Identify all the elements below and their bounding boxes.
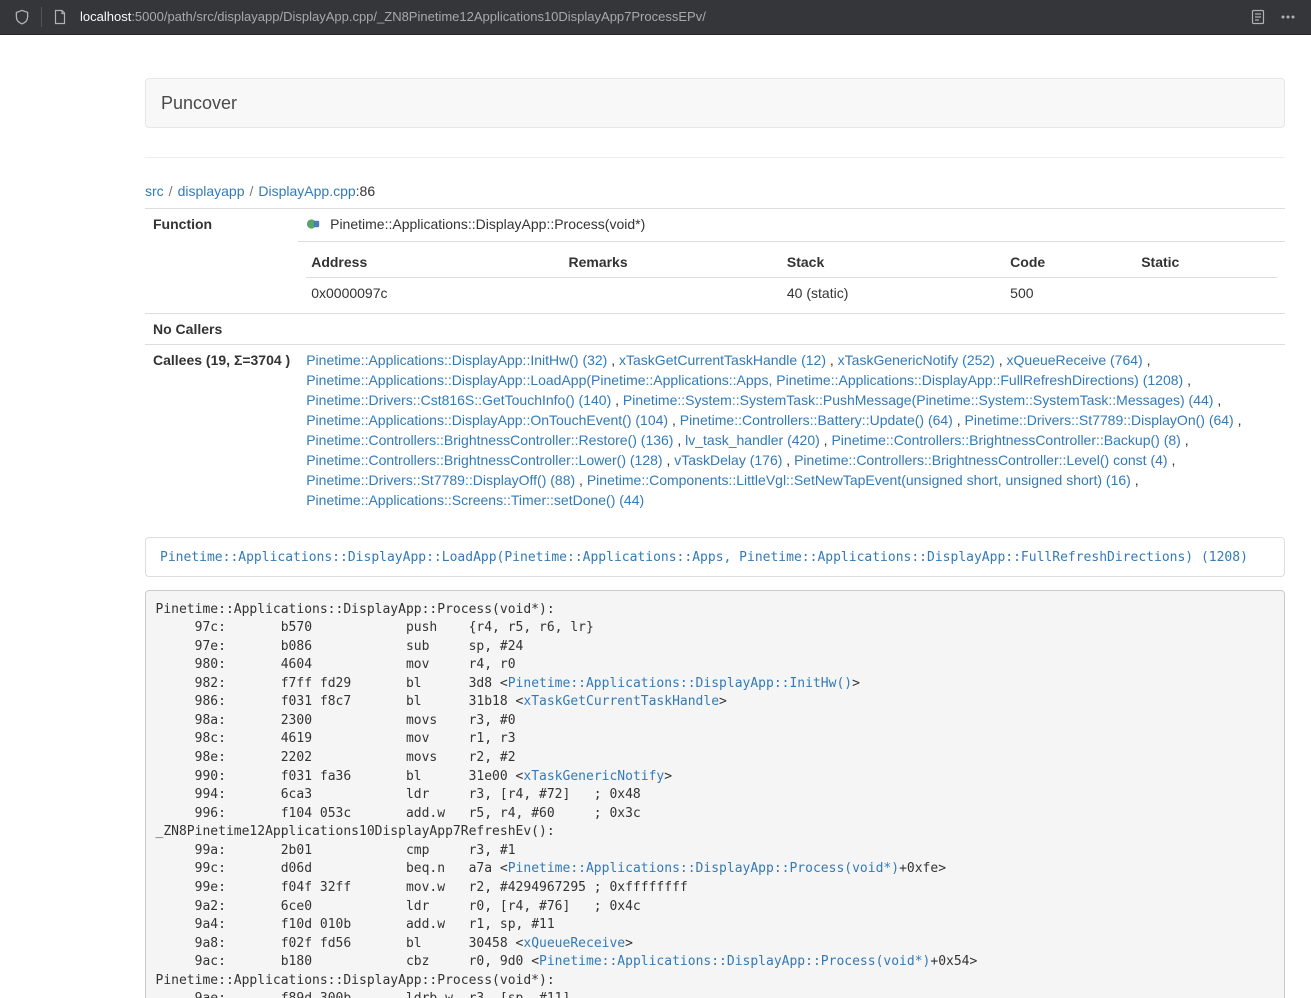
function-details-row: Address Remarks Stack Code Static 0x0000… (145, 242, 1285, 314)
reader-view-icon[interactable] (1248, 7, 1268, 27)
callee-link[interactable]: Pinetime::Drivers::Cst816S::GetTouchInfo… (306, 392, 611, 408)
function-icon (306, 216, 320, 236)
callee-link[interactable]: Pinetime::Applications::Screens::Timer::… (306, 492, 644, 508)
function-label: Function (145, 209, 298, 314)
callee-link[interactable]: Pinetime::Controllers::BrightnessControl… (306, 452, 662, 468)
function-details-table: Address Remarks Stack Code Static 0x0000… (306, 247, 1277, 308)
toolbar-divider (41, 7, 42, 27)
highlighted-symbol-link[interactable]: Pinetime::Applications::DisplayApp::Load… (160, 550, 1248, 565)
breadcrumb-link-src[interactable]: src (145, 183, 164, 199)
page-icon[interactable] (51, 7, 69, 27)
symbol-link[interactable]: Pinetime::Applications::DisplayApp::Proc… (508, 861, 899, 876)
callee-link[interactable]: Pinetime::Applications::DisplayApp::Init… (306, 352, 607, 368)
column-address: Address (306, 247, 563, 278)
url-bar[interactable]: localhost:5000/path/src/displayapp/Displ… (78, 7, 1239, 27)
browser-toolbar: localhost:5000/path/src/displayapp/Displ… (0, 0, 1311, 35)
column-code: Code (1005, 247, 1136, 278)
callee-link[interactable]: Pinetime::Controllers::BrightnessControl… (306, 432, 673, 448)
code-value: 500 (1005, 278, 1136, 309)
function-name: Pinetime::Applications::DisplayApp::Proc… (330, 216, 645, 232)
app-navbar: Puncover (145, 78, 1285, 128)
callees-row: Callees (19, Σ=3704 ) Pinetime::Applicat… (145, 345, 1285, 516)
stack-value: 40 (static) (782, 278, 1005, 309)
breadcrumb-separator: / (250, 183, 254, 199)
callee-link[interactable]: Pinetime::Applications::DisplayApp::Load… (306, 372, 1183, 388)
callee-link[interactable]: Pinetime::Drivers::St7789::DisplayOn() (… (965, 412, 1234, 428)
no-callers-row: No Callers (145, 314, 1285, 345)
column-remarks: Remarks (563, 247, 781, 278)
address-value: 0x0000097c (306, 278, 563, 309)
shield-icon[interactable] (12, 7, 32, 27)
app-brand[interactable]: Puncover (161, 93, 237, 113)
callee-link[interactable]: xTaskGetCurrentTaskHandle (12) (619, 352, 826, 368)
menu-dots-icon[interactable] (1277, 7, 1299, 27)
callees-list: Pinetime::Applications::DisplayApp::Init… (298, 345, 1285, 516)
callee-link[interactable]: Pinetime::Components::LittleVgl::SetNewT… (587, 472, 1131, 488)
callee-link[interactable]: vTaskDelay (176) (674, 452, 782, 468)
symbol-link[interactable]: xTaskGetCurrentTaskHandle (523, 694, 719, 709)
callee-link[interactable]: Pinetime::System::SystemTask::PushMessag… (623, 392, 1214, 408)
callee-link[interactable]: Pinetime::Applications::DisplayApp::OnTo… (306, 412, 668, 428)
callee-link[interactable]: xQueueReceive (764) (1007, 352, 1143, 368)
breadcrumb-separator: / (169, 183, 173, 199)
no-callers-label: No Callers (145, 314, 298, 345)
disassembly: Pinetime::Applications::DisplayApp::Proc… (145, 590, 1285, 998)
breadcrumb-line-number: :86 (356, 183, 375, 199)
details-value-row: 0x0000097c 40 (static) 500 (306, 278, 1277, 309)
symbol-link[interactable]: Pinetime::Applications::DisplayApp::Init… (508, 676, 852, 691)
symbol-link[interactable]: xTaskGenericNotify (523, 769, 664, 784)
details-header-row: Address Remarks Stack Code Static (306, 247, 1277, 278)
breadcrumb-link-displayapp[interactable]: displayapp (178, 183, 245, 199)
symbol-link[interactable]: xQueueReceive (523, 936, 625, 951)
divider (145, 157, 1285, 158)
highlight-panel: Pinetime::Applications::DisplayApp::Load… (145, 537, 1285, 577)
url-path: :5000/path/src/displayapp/DisplayApp.cpp… (131, 7, 706, 27)
static-value (1136, 278, 1277, 309)
column-stack: Stack (782, 247, 1005, 278)
callee-link[interactable]: lv_task_handler (420) (685, 432, 820, 448)
callees-label: Callees (19, Σ=3704 ) (145, 345, 298, 516)
breadcrumb-link-file[interactable]: DisplayApp.cpp (258, 183, 355, 199)
function-table: Function Pinetime::Applications::Display… (145, 208, 1285, 515)
callee-link[interactable]: Pinetime::Controllers::BrightnessControl… (831, 432, 1180, 448)
function-row: Function Pinetime::Applications::Display… (145, 209, 1285, 242)
remarks-value (563, 278, 781, 309)
symbol-link[interactable]: Pinetime::Applications::DisplayApp::Proc… (539, 954, 930, 969)
callee-link[interactable]: Pinetime::Controllers::Battery::Update()… (680, 412, 953, 428)
page-content: Puncover src/displayapp/DisplayApp.cpp:8… (145, 35, 1285, 998)
callee-link[interactable]: xTaskGenericNotify (252) (838, 352, 995, 368)
callee-link[interactable]: Pinetime::Drivers::St7789::DisplayOff() … (306, 472, 575, 488)
callee-link[interactable]: Pinetime::Controllers::BrightnessControl… (794, 452, 1167, 468)
breadcrumb: src/displayapp/DisplayApp.cpp:86 (145, 181, 1285, 201)
url-host: localhost (80, 7, 131, 27)
column-static: Static (1136, 247, 1277, 278)
